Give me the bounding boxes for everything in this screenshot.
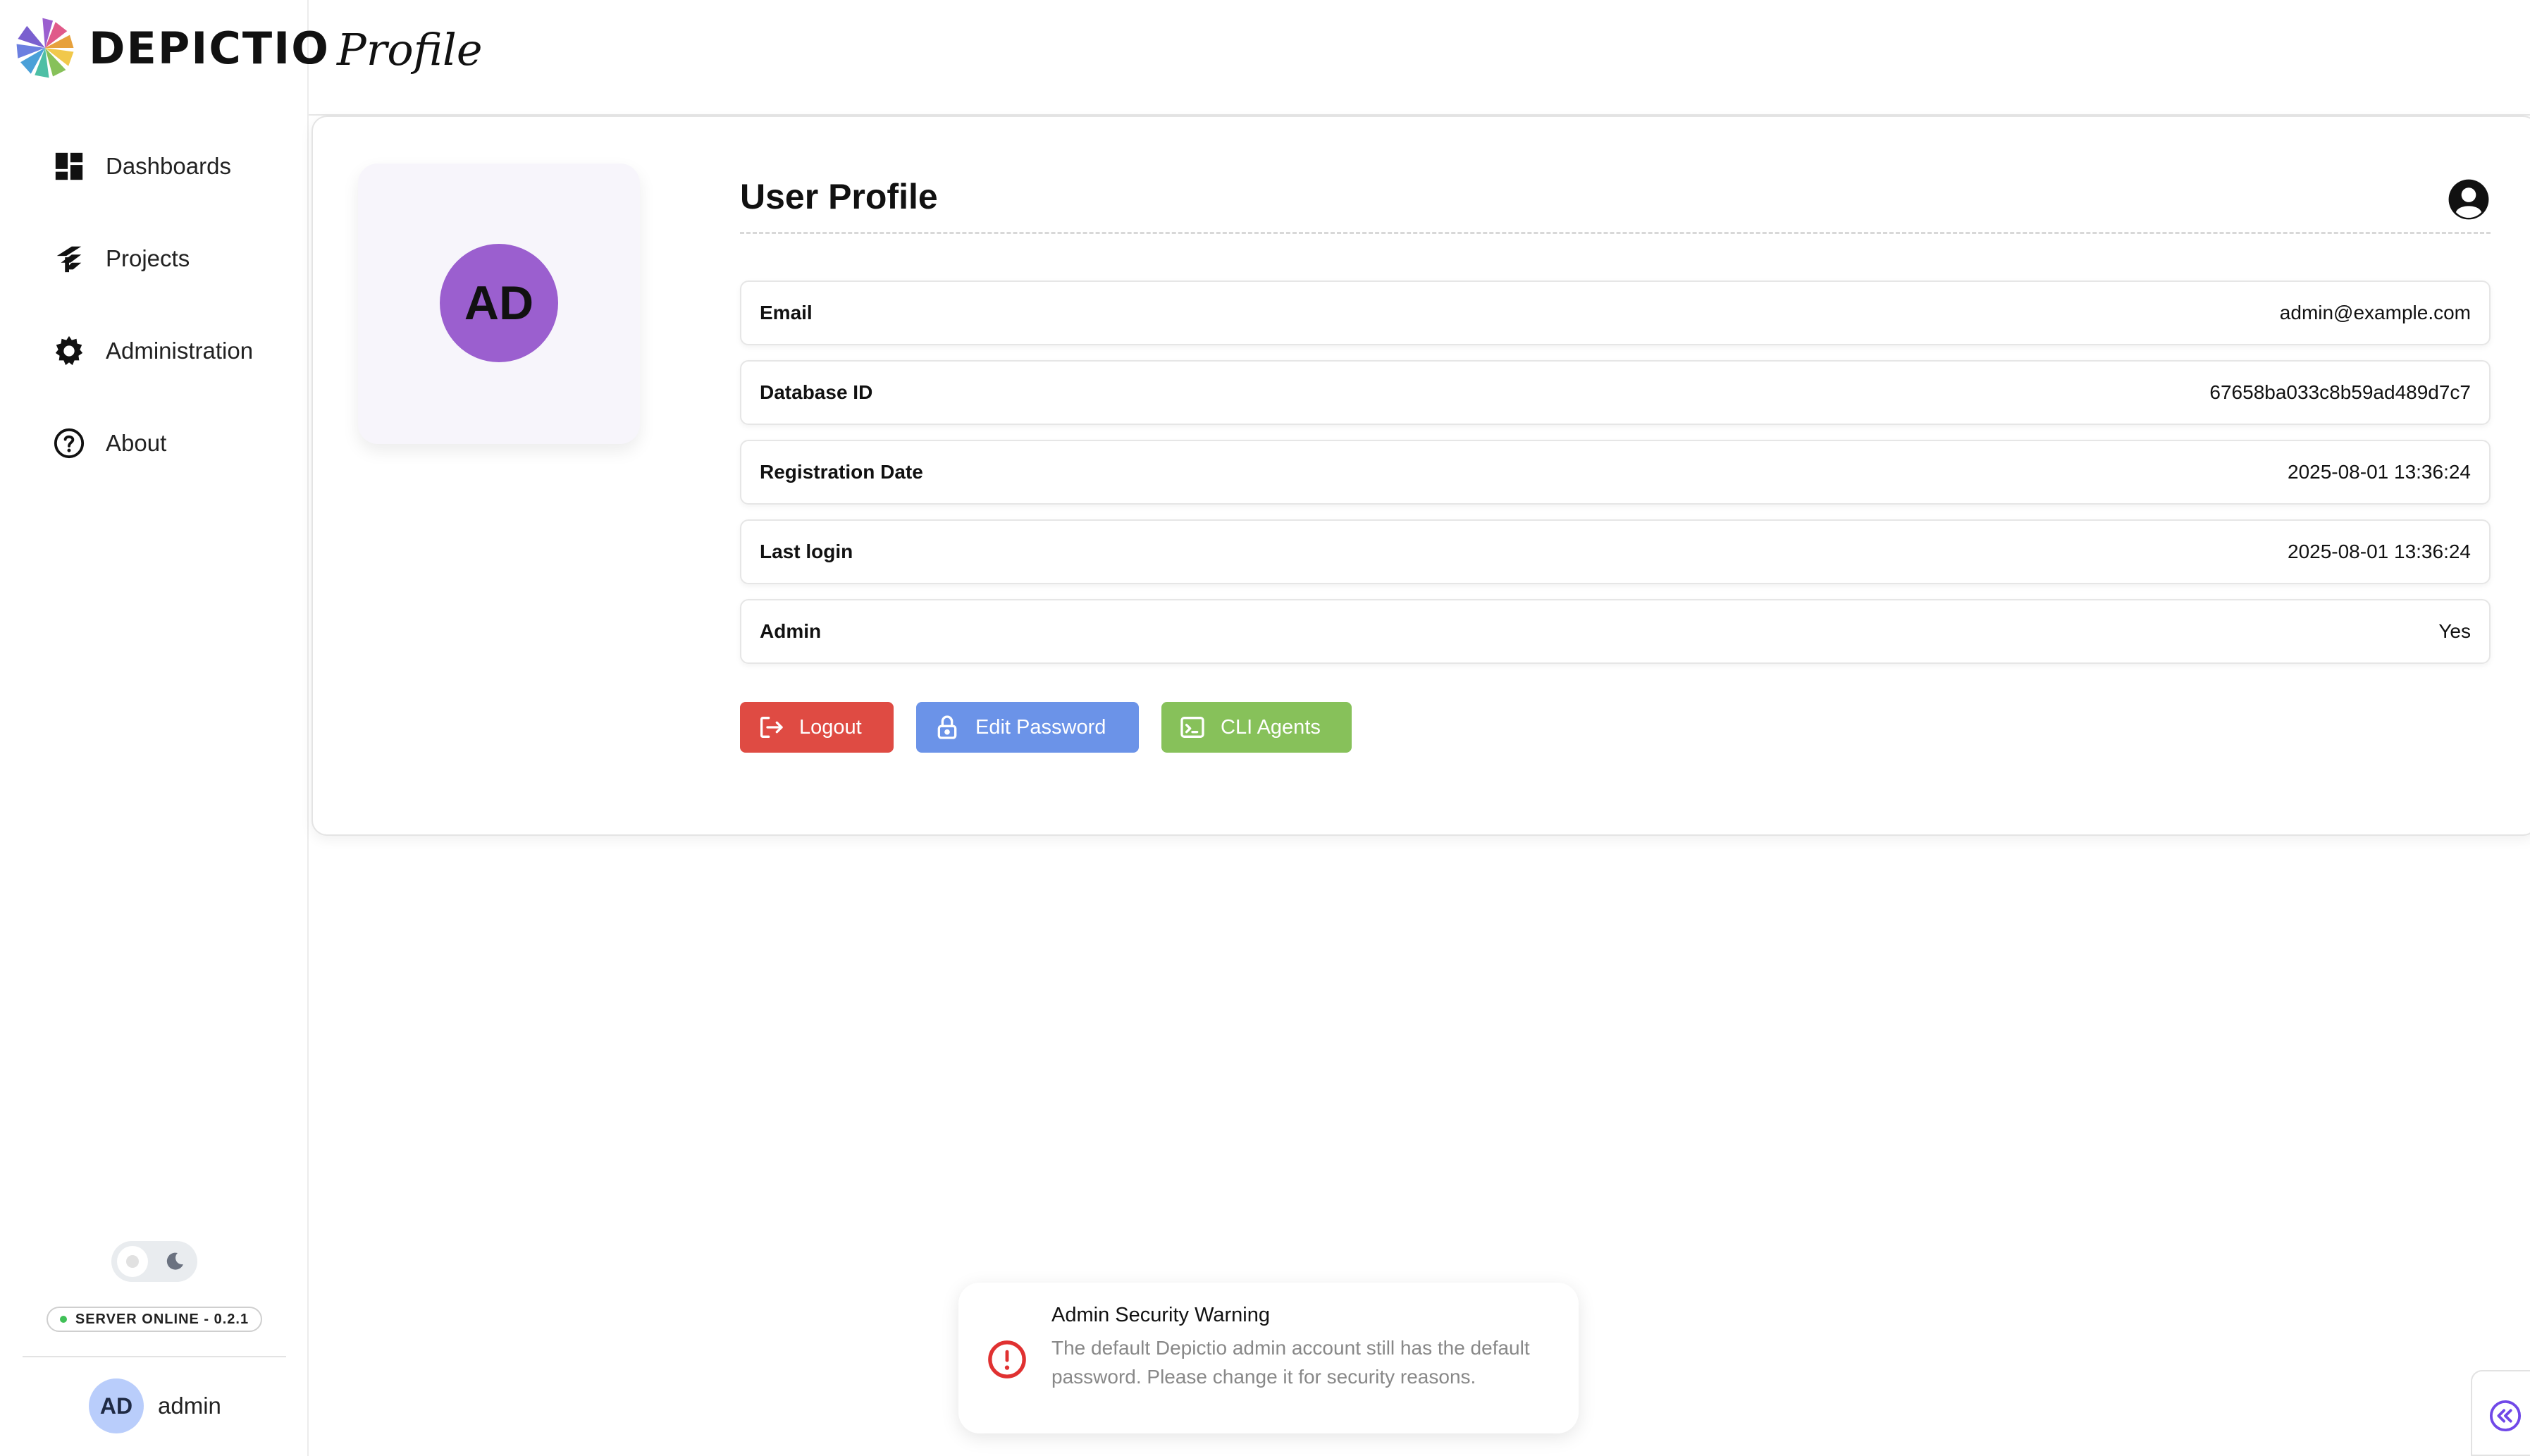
logout-icon <box>760 717 783 738</box>
cli-agents-label: CLI Agents <box>1221 715 1321 739</box>
logout-button[interactable]: Logout <box>740 702 894 753</box>
section-header: User Profile <box>740 162 2491 234</box>
action-buttons: Logout Edit Password CLI Agents <box>740 702 2491 753</box>
user-menu[interactable]: AD admin <box>89 1378 221 1433</box>
info-label: Admin <box>760 620 822 642</box>
sidebar-item-dashboards[interactable]: Dashboards <box>0 120 307 212</box>
server-status-badge: SERVER ONLINE - 0.2.1 <box>47 1307 262 1332</box>
app-name: DEPICTIO <box>89 22 330 74</box>
section-title: User Profile <box>740 177 938 216</box>
status-dot-icon <box>59 1316 67 1323</box>
theme-toggle[interactable] <box>111 1241 197 1282</box>
avatar: AD <box>89 1378 144 1433</box>
lock-icon <box>937 715 957 739</box>
chevrons-left-icon <box>2489 1400 2522 1432</box>
info-value: admin@example.com <box>2279 302 2471 323</box>
info-label: Last login <box>760 541 853 562</box>
sidebar-item-label: Administration <box>106 337 254 364</box>
toggle-knob <box>117 1246 148 1277</box>
info-label: Database ID <box>760 381 873 403</box>
collapse-panel-button[interactable] <box>2471 1370 2530 1456</box>
app-logo[interactable]: DEPICTIO <box>13 14 330 82</box>
sidebar-nav: Dashboards Projects Administration About <box>0 120 307 489</box>
info-label: Email <box>760 302 813 323</box>
admin-security-notification: Admin Security Warning The default Depic… <box>958 1283 1579 1433</box>
info-value: 67658ba033c8b59ad489d7c7 <box>2209 381 2471 403</box>
sidebar-item-administration[interactable]: Administration <box>0 304 307 397</box>
cli-agents-button[interactable]: CLI Agents <box>1161 702 1352 753</box>
profile-info-list: Email admin@example.com Database ID 6765… <box>740 280 2491 664</box>
terminal-icon <box>1180 717 1204 738</box>
projects-icon <box>51 240 87 277</box>
sidebar-item-label: Projects <box>106 245 190 271</box>
notification-message: The default Depictio admin account still… <box>1051 1337 1530 1388</box>
avatar-panel: AD <box>358 164 640 444</box>
page-title: Profile <box>337 24 483 75</box>
depictio-logo-icon <box>16 18 74 78</box>
sun-icon <box>126 1255 139 1268</box>
user-circle-icon <box>2448 179 2489 220</box>
sidebar-divider <box>23 1356 286 1357</box>
profile-avatar: AD <box>440 244 558 362</box>
gear-icon <box>51 333 87 369</box>
info-row-email: Email admin@example.com <box>740 280 2491 345</box>
moon-icon <box>166 1252 183 1270</box>
logout-label: Logout <box>799 715 862 739</box>
info-label: Registration Date <box>760 461 923 483</box>
user-name: admin <box>158 1393 221 1419</box>
profile-section: User Profile Email admin@example.com Dat… <box>740 162 2491 753</box>
info-row-registration-date: Registration Date 2025-08-01 13:36:24 <box>740 440 2491 505</box>
sidebar-item-about[interactable]: About <box>0 397 307 489</box>
notification-title: Admin Security Warning <box>1051 1304 1270 1326</box>
info-value: 2025-08-01 13:36:24 <box>2288 541 2471 562</box>
sidebar-item-projects[interactable]: Projects <box>0 212 307 304</box>
edit-password-label: Edit Password <box>975 715 1106 739</box>
info-row-last-login: Last login 2025-08-01 13:36:24 <box>740 519 2491 584</box>
help-circle-icon <box>51 425 87 462</box>
sidebar-item-label: Dashboards <box>106 152 231 179</box>
server-status-text: SERVER ONLINE - 0.2.1 <box>75 1311 249 1327</box>
info-row-admin: Admin Yes <box>740 599 2491 664</box>
dashboard-icon <box>51 148 87 185</box>
sidebar: DEPICTIO Dashboards Projects Administrat… <box>0 0 328 1456</box>
info-value: 2025-08-01 13:36:24 <box>2288 461 2471 483</box>
edit-password-button[interactable]: Edit Password <box>916 702 1139 753</box>
info-value: Yes <box>2438 620 2471 642</box>
profile-card: AD User Profile Email admin@example.com … <box>311 116 2530 836</box>
warning-circle-icon <box>988 1340 1026 1378</box>
sidebar-item-label: About <box>106 429 167 456</box>
info-row-database-id: Database ID 67658ba033c8b59ad489d7c7 <box>740 360 2491 425</box>
